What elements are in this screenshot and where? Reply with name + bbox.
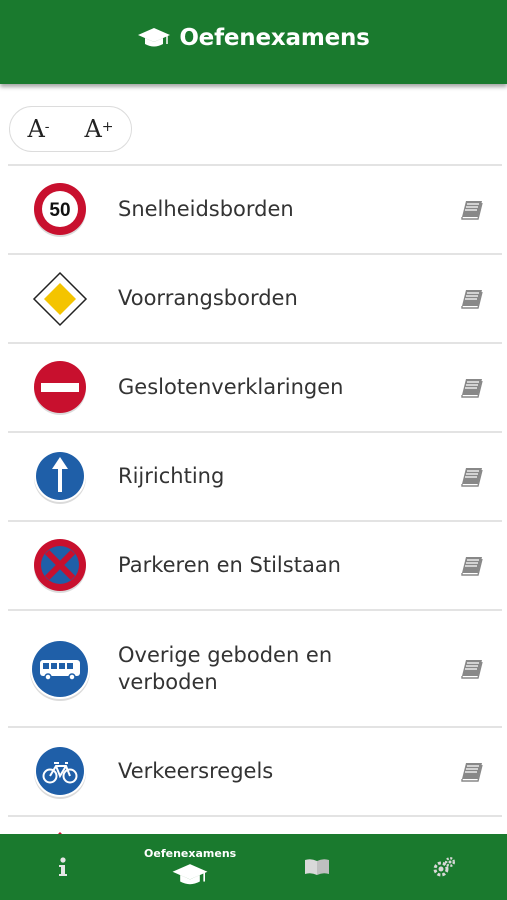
app-header: Oefenexamens — [0, 0, 507, 84]
speed-limit-text: 50 — [49, 200, 70, 221]
priority-road-sign-icon — [8, 271, 112, 327]
list-item-partial — [8, 815, 502, 835]
one-way-arrow-sign-icon — [8, 449, 112, 505]
decrease-font-letter: A — [27, 115, 45, 143]
list-item-voorrangsborden[interactable]: Voorrangsborden — [8, 253, 502, 342]
tab-oefenexamens[interactable]: Oefenexamens — [127, 834, 254, 900]
bottom-tab-bar: Oefenexamens — [0, 834, 507, 900]
exam-category-list: 50 Snelheidsborden Voorrangsborden Geslo… — [8, 164, 502, 835]
tab-label: Oefenexamens — [144, 847, 237, 860]
book-icon[interactable] — [442, 378, 502, 398]
list-item-label: Verkeersregels — [118, 759, 274, 783]
list-item-label: Overige geboden en verboden — [118, 642, 333, 694]
no-stopping-sign-icon — [8, 538, 112, 594]
list-item-rijrichting[interactable]: Rijrichting — [8, 431, 502, 520]
speed-limit-50-sign-icon: 50 — [8, 182, 112, 238]
info-icon — [59, 857, 68, 876]
list-item-label: Voorrangsborden — [118, 286, 298, 310]
book-icon[interactable] — [442, 200, 502, 220]
open-book-icon — [304, 859, 329, 875]
decrease-font-sign: - — [44, 119, 50, 135]
increase-font-sign: + — [101, 119, 114, 135]
bus-lane-sign-icon — [8, 637, 112, 701]
increase-font-letter: A — [84, 115, 102, 143]
tab-theory[interactable] — [254, 834, 381, 900]
increase-font-button[interactable]: A+ — [84, 115, 113, 143]
list-item-label: Geslotenverklaringen — [118, 375, 344, 399]
list-item-label: Rijrichting — [118, 464, 225, 488]
gears-icon — [433, 857, 455, 877]
list-item-overige-geboden-en-verboden[interactable]: Overige geboden en verboden — [8, 609, 502, 726]
decrease-font-button[interactable]: A- — [27, 115, 49, 143]
list-item-geslotenverklaringen[interactable]: Geslotenverklaringen — [8, 342, 502, 431]
graduation-cap-icon — [138, 28, 171, 47]
book-icon[interactable] — [442, 659, 502, 679]
list-item-label: Snelheidsborden — [118, 197, 294, 221]
list-item-label: Parkeren en Stilstaan — [118, 553, 341, 577]
book-icon[interactable] — [442, 762, 502, 782]
list-item-verkeersregels[interactable]: Verkeersregels — [8, 726, 502, 815]
page-title: Oefenexamens — [179, 25, 370, 51]
list-item-parkeren-en-stilstaan[interactable]: Parkeren en Stilstaan — [8, 520, 502, 609]
tab-settings[interactable] — [380, 834, 507, 900]
tab-info[interactable] — [0, 834, 127, 900]
header-title-group: Oefenexamens — [137, 25, 370, 51]
no-entry-sign-icon — [8, 360, 112, 416]
font-size-controls: A- A+ — [9, 106, 132, 152]
book-icon[interactable] — [442, 556, 502, 576]
book-icon[interactable] — [442, 289, 502, 309]
bicycle-path-sign-icon — [8, 744, 112, 800]
graduation-cap-icon — [172, 864, 208, 885]
list-item-snelheidsborden[interactable]: 50 Snelheidsborden — [8, 164, 502, 253]
book-icon[interactable] — [442, 467, 502, 487]
